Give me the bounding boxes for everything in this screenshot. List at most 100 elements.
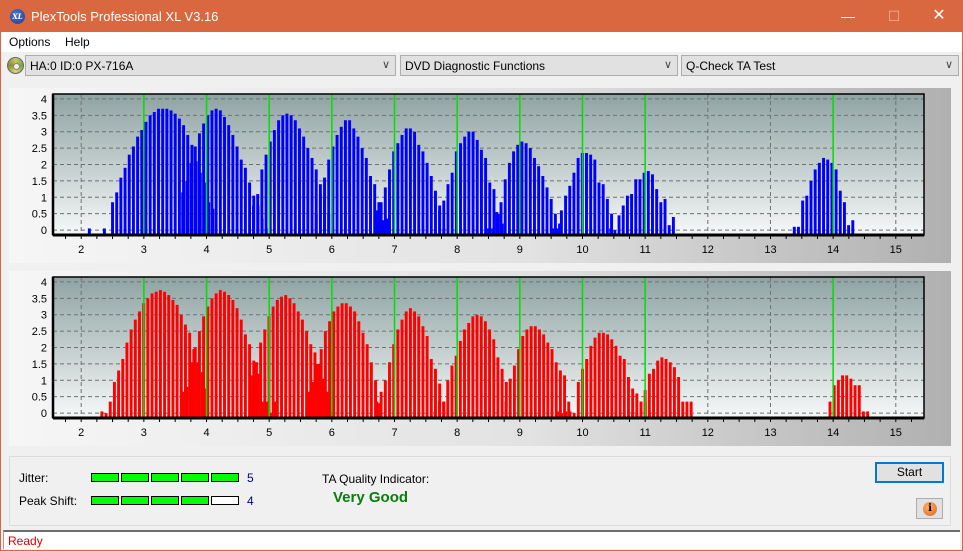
y-tick-label: 4 [41, 94, 47, 106]
histogram-bar [809, 180, 813, 235]
x-tick-label: 12 [702, 427, 714, 439]
histogram-bar [125, 342, 129, 418]
menu-help[interactable]: Help [65, 35, 90, 49]
histogram-bar [479, 149, 483, 235]
y-tick-label: 3 [41, 310, 47, 322]
histogram-bar [589, 154, 593, 235]
histogram-bar [429, 358, 433, 418]
histogram-bar [593, 337, 597, 418]
histogram-bar [520, 141, 524, 235]
histogram-bar [214, 108, 218, 235]
histogram-bar [851, 220, 855, 235]
menu-bar: Options Help [1, 32, 962, 52]
function-select[interactable]: DVD Diagnostic Functions ∨ [400, 55, 678, 76]
histogram-bar [396, 329, 400, 418]
histogram-bar [185, 386, 189, 418]
x-tick-label: 11 [639, 427, 650, 439]
histogram-bar [634, 179, 638, 235]
histogram-bar [163, 291, 167, 418]
drive-select[interactable]: HA:0 ID:0 PX-716A ∨ [25, 55, 396, 76]
y-tick-label: 3.5 [32, 293, 47, 305]
x-tick-label: 2 [78, 244, 84, 256]
bottom-ta-chart: 0 0.5 1 1.5 2 2.5 3 3.5 4 2 3 4 5 6 7 8 9 10 11 12 13 14 15 [9, 271, 951, 446]
histogram-bar [805, 195, 809, 235]
histogram-bar [197, 133, 201, 235]
histogram-bar [343, 120, 347, 235]
info-button[interactable]: i [916, 498, 943, 519]
maximize-button[interactable]: ☐ [871, 1, 917, 32]
histogram-bar [559, 210, 563, 235]
histogram-bar [353, 311, 357, 418]
histogram-bar [108, 401, 112, 418]
jitter-segment [91, 473, 119, 482]
histogram-bar [681, 401, 685, 418]
histogram-bar [136, 136, 140, 235]
drive-select-value: HA:0 ID:0 PX-716A [30, 59, 134, 73]
histogram-bar [677, 377, 681, 418]
histogram-bar [369, 362, 373, 418]
histogram-bar [672, 367, 676, 418]
histogram-bar [311, 381, 315, 418]
histogram-bar [845, 375, 849, 418]
histogram-bar [572, 172, 576, 235]
histogram-bar [492, 339, 496, 418]
histogram-bar [298, 128, 301, 235]
histogram-bar [277, 120, 281, 235]
histogram-bar [328, 321, 332, 418]
histogram-bar [177, 118, 181, 235]
histogram-bar [235, 146, 239, 235]
test-select-value: Q-Check TA Test [686, 59, 776, 73]
x-tick-label: 9 [517, 427, 523, 439]
histogram-bar [597, 182, 601, 235]
histogram-bar [417, 144, 421, 235]
histogram-bar [617, 215, 621, 235]
histogram-bar [463, 329, 466, 418]
test-select[interactable]: Q-Check TA Test ∨ [681, 55, 959, 76]
histogram-bar [344, 303, 348, 418]
histogram-bar [117, 370, 121, 418]
jitter-segment [121, 473, 149, 482]
menu-options[interactable]: Options [9, 35, 50, 49]
y-tick-label: 0 [41, 408, 47, 420]
x-tick-label: 6 [329, 244, 335, 256]
histogram-bar [271, 306, 275, 418]
histogram-bar [446, 184, 450, 235]
histogram-bar [434, 368, 437, 418]
histogram-bar [660, 357, 664, 418]
x-tick-label: 10 [576, 244, 588, 256]
histogram-bar [614, 345, 618, 418]
histogram-bar [314, 213, 318, 235]
histogram-bar [479, 316, 483, 418]
peak-shift-label: Peak Shift: [19, 494, 78, 508]
histogram-bar [227, 125, 231, 235]
x-tick-label: 11 [639, 244, 650, 256]
histogram-bar [554, 362, 558, 418]
histogram-bar [484, 157, 488, 235]
histogram-bar [512, 365, 516, 418]
minimize-button[interactable]: — [825, 1, 871, 32]
x-tick-label: 15 [890, 244, 902, 256]
histogram-bar [467, 322, 471, 418]
histogram-bar [836, 380, 840, 418]
y-tick-label: 1.5 [32, 359, 47, 371]
histogram-bar [375, 401, 379, 418]
histogram-bar [828, 401, 832, 418]
histogram-bar [115, 192, 119, 235]
histogram-bar [488, 329, 492, 418]
histogram-bar [421, 151, 425, 235]
histogram-bar [138, 311, 141, 418]
jitter-value: 5 [247, 471, 254, 485]
histogram-bar [521, 336, 525, 418]
close-button[interactable]: ✕ [916, 1, 962, 32]
histogram-bar [630, 194, 634, 235]
histogram-bar [315, 363, 319, 418]
histogram-bar [545, 187, 549, 235]
histogram-bar [492, 189, 496, 235]
start-button[interactable]: Start [875, 462, 944, 483]
histogram-bar [529, 326, 533, 418]
histogram-bar [388, 169, 391, 235]
histogram-bar [822, 157, 826, 235]
histogram-bar [243, 334, 247, 418]
histogram-bar [171, 299, 175, 418]
histogram-bar [437, 401, 441, 418]
